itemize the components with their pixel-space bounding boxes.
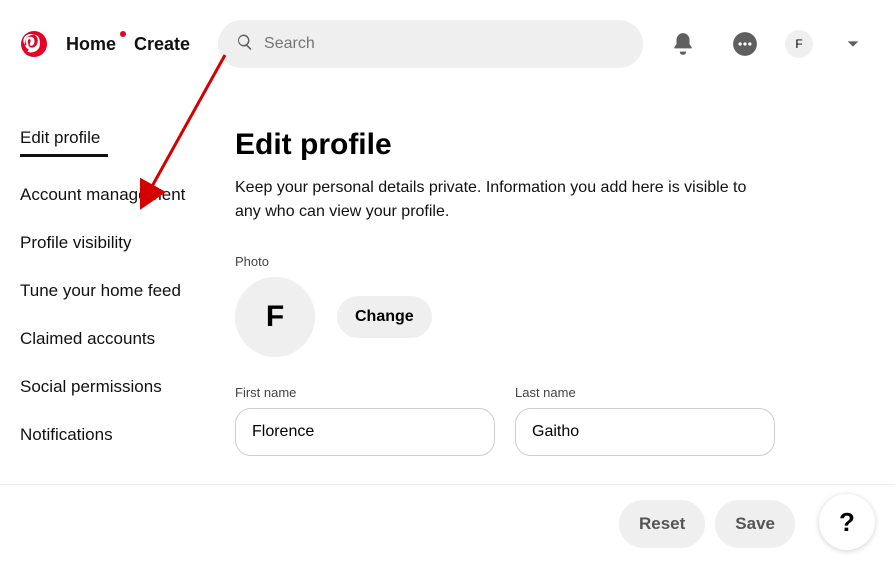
footer: Reset Save — [0, 484, 895, 562]
nav-create[interactable]: Create — [134, 34, 190, 55]
active-underline — [20, 154, 108, 157]
sidebar-item-notifications[interactable]: Notifications — [20, 425, 225, 473]
notification-dot-icon — [120, 31, 126, 37]
account-menu-button[interactable] — [831, 22, 875, 66]
last-name-group: Last name — [515, 385, 775, 456]
photo-row: F Change — [235, 277, 875, 357]
sidebar-item-edit-profile[interactable]: Edit profile — [20, 128, 225, 185]
last-name-label: Last name — [515, 385, 775, 400]
help-button[interactable]: ? — [819, 494, 875, 550]
search-icon — [236, 33, 254, 56]
header: Home Create F — [0, 0, 895, 78]
page-title: Edit profile — [235, 128, 875, 162]
notifications-button[interactable] — [661, 22, 705, 66]
main: Edit profile Keep your personal details … — [225, 128, 875, 473]
sidebar: Edit profile Account management Profile … — [20, 128, 225, 473]
messages-button[interactable] — [723, 22, 767, 66]
sidebar-item-social-permissions[interactable]: Social permissions — [20, 377, 225, 425]
sidebar-item-claimed-accounts[interactable]: Claimed accounts — [20, 329, 225, 377]
pinterest-icon — [21, 31, 47, 57]
first-name-group: First name — [235, 385, 495, 456]
chevron-down-icon — [845, 36, 861, 52]
avatar: F — [235, 277, 315, 357]
search-bar[interactable] — [218, 20, 643, 68]
page-subtitle: Keep your personal details private. Info… — [235, 176, 755, 224]
nav-home-label: Home — [66, 34, 116, 54]
pinterest-logo[interactable] — [20, 30, 48, 58]
bell-icon — [670, 31, 696, 57]
save-button[interactable]: Save — [715, 500, 795, 548]
reset-button[interactable]: Reset — [619, 500, 705, 548]
name-row: First name Last name — [235, 385, 875, 456]
sidebar-item-profile-visibility[interactable]: Profile visibility — [20, 233, 225, 281]
sidebar-item-tune-home-feed[interactable]: Tune your home feed — [20, 281, 225, 329]
content: Edit profile Account management Profile … — [0, 128, 895, 473]
change-photo-button[interactable]: Change — [337, 296, 432, 338]
photo-label: Photo — [235, 254, 875, 269]
sidebar-item-account-management[interactable]: Account management — [20, 185, 225, 233]
avatar-small[interactable]: F — [785, 30, 813, 58]
sidebar-item-label: Edit profile — [20, 128, 100, 147]
first-name-label: First name — [235, 385, 495, 400]
chat-icon — [732, 31, 758, 57]
search-input[interactable] — [264, 35, 625, 53]
nav-home[interactable]: Home — [66, 34, 116, 55]
first-name-input[interactable] — [235, 408, 495, 456]
last-name-input[interactable] — [515, 408, 775, 456]
